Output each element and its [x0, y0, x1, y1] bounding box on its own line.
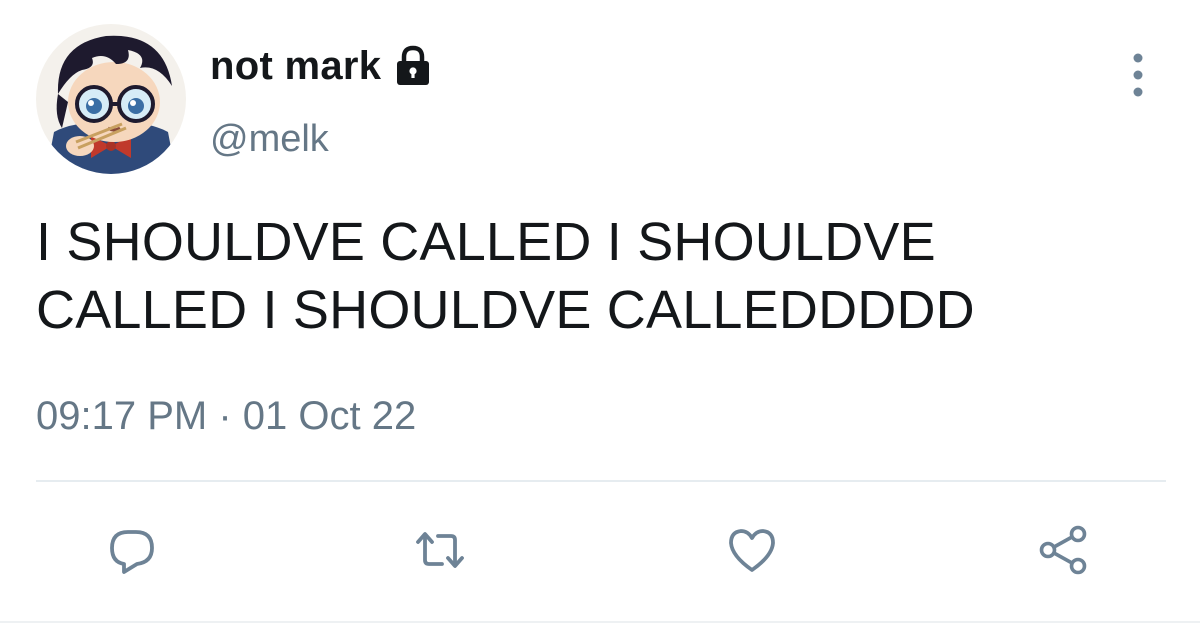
share-icon — [1039, 525, 1087, 575]
author-name-row: not mark — [210, 40, 435, 92]
reply-button[interactable] — [104, 522, 160, 578]
tweet-card: not mark @melk I SHOULDVE CALLED I SHOUL… — [0, 0, 1200, 638]
retweet-button[interactable] — [412, 522, 468, 578]
lock-icon — [391, 44, 435, 88]
avatar[interactable] — [36, 24, 186, 174]
retweet-icon — [416, 532, 464, 568]
display-name[interactable]: not mark — [210, 44, 381, 89]
reply-icon — [110, 530, 154, 574]
like-button[interactable] — [724, 522, 780, 578]
divider — [36, 480, 1166, 482]
heart-icon — [729, 529, 775, 572]
share-button[interactable] — [1036, 522, 1092, 578]
more-vertical-icon — [1133, 53, 1143, 97]
avatar-image — [36, 24, 186, 174]
more-options-button[interactable] — [1118, 48, 1158, 102]
user-handle[interactable]: @melk — [210, 118, 329, 161]
tweet-timestamp[interactable]: 09:17 PM · 01 Oct 22 — [36, 394, 416, 439]
tweet-text: I SHOULDVE CALLED I SHOULDVE CALLED I SH… — [36, 212, 975, 340]
bottom-divider — [0, 621, 1200, 623]
